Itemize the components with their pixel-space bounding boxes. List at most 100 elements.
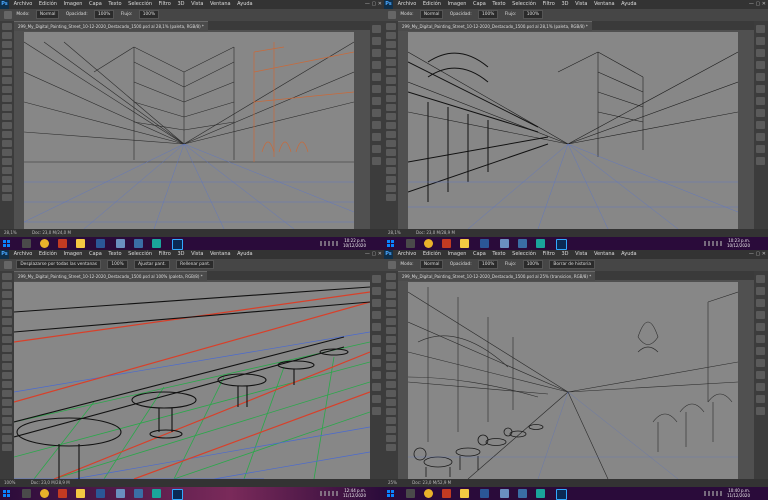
character-panel-icon[interactable] (756, 383, 765, 391)
stamp-tool-icon[interactable] (386, 345, 396, 352)
menu-ayuda[interactable]: Ayuda (621, 0, 636, 9)
eyedropper-tool-icon[interactable] (2, 318, 12, 325)
menu-archivo[interactable]: Archivo (398, 0, 417, 9)
swatches-panel-icon[interactable] (756, 323, 765, 331)
erase-history-checkbox[interactable]: Borrar de historia (549, 260, 596, 269)
file-explorer-icon[interactable] (460, 239, 469, 248)
pen-tool-icon[interactable] (2, 399, 12, 406)
info-panel-icon[interactable] (372, 395, 381, 403)
menu-texto[interactable]: Texto (108, 0, 121, 9)
marquee-tool-icon[interactable] (2, 282, 12, 289)
layers-panel-icon[interactable] (756, 275, 765, 283)
eraser-tool-icon[interactable] (386, 363, 396, 370)
path-select-tool-icon[interactable] (386, 417, 396, 424)
photoshop-taskbar-icon[interactable] (556, 489, 567, 500)
brush-tool-icon[interactable] (2, 336, 12, 343)
menu-imagen[interactable]: Imagen (448, 250, 467, 259)
menu-imagen[interactable]: Imagen (64, 250, 83, 259)
move-tool-icon[interactable] (2, 273, 12, 280)
menu-filtro[interactable]: Filtro (543, 250, 555, 259)
marquee-tool-icon[interactable] (386, 32, 396, 39)
zoom-readout[interactable]: 28,1% (388, 230, 401, 235)
crop-tool-icon[interactable] (2, 59, 12, 66)
history-panel-icon[interactable] (756, 37, 765, 45)
powerpoint-icon[interactable] (442, 489, 451, 498)
opacity-field[interactable]: 100% (478, 260, 499, 269)
move-tool-icon[interactable] (386, 273, 396, 280)
info-panel-icon[interactable] (756, 395, 765, 403)
app-icon[interactable] (536, 489, 545, 498)
layers-panel-icon[interactable] (372, 25, 381, 33)
quick-select-tool-icon[interactable] (386, 50, 396, 57)
scroll-all-windows-checkbox[interactable]: Desplazarse por todas las ventanas (16, 260, 102, 269)
menu-ayuda[interactable]: Ayuda (237, 0, 252, 9)
menu-capa[interactable]: Capa (89, 0, 102, 9)
task-view-icon[interactable] (22, 239, 31, 248)
gradient-tool-icon[interactable] (386, 372, 396, 379)
zoom-100-button[interactable]: 100% (107, 260, 128, 269)
info-panel-icon[interactable] (372, 145, 381, 153)
app-icon[interactable] (536, 239, 545, 248)
marquee-tool-icon[interactable] (386, 282, 396, 289)
menu-edicion[interactable]: Edición (423, 0, 441, 9)
crop-tool-icon[interactable] (386, 309, 396, 316)
windows-start-icon[interactable] (387, 490, 394, 497)
channels-panel-icon[interactable] (372, 359, 381, 367)
properties-panel-icon[interactable] (756, 347, 765, 355)
adjustments-panel-icon[interactable] (372, 85, 381, 93)
menu-ventana[interactable]: Ventana (594, 250, 615, 259)
color-panel-icon[interactable] (756, 311, 765, 319)
paths-panel-icon[interactable] (756, 121, 765, 129)
shape-tool-icon[interactable] (2, 176, 12, 183)
app-icon[interactable] (500, 239, 509, 248)
menu-imagen[interactable]: Imagen (64, 0, 83, 9)
chrome-icon[interactable] (424, 489, 433, 498)
swatches-panel-icon[interactable] (372, 73, 381, 81)
brush-tool-icon[interactable] (2, 86, 12, 93)
clock[interactable]: 10:23 p.m. 10/12/2020 (727, 238, 750, 248)
opacity-field[interactable]: 100% (478, 10, 499, 19)
zoom-readout[interactable]: 25% (388, 480, 397, 485)
pen-tool-icon[interactable] (2, 149, 12, 156)
menu-ayuda[interactable]: Ayuda (237, 250, 252, 259)
layers-panel-icon[interactable] (756, 25, 765, 33)
menu-edicion[interactable]: Edición (423, 250, 441, 259)
document-canvas[interactable] (408, 32, 738, 229)
flow-field[interactable]: 100% (522, 10, 544, 19)
quick-select-tool-icon[interactable] (2, 50, 12, 57)
eraser-tool-icon[interactable] (2, 113, 12, 120)
gradient-tool-icon[interactable] (2, 122, 12, 129)
document-tab[interactable]: 299_My_Digital_Painting_Street_10-12-202… (398, 21, 592, 31)
document-canvas[interactable] (408, 282, 738, 479)
hand-tool-icon[interactable] (2, 185, 12, 192)
type-tool-icon[interactable] (2, 408, 12, 415)
chrome-icon[interactable] (40, 239, 49, 248)
zoom-readout[interactable]: 28,1% (4, 230, 17, 235)
gradient-tool-icon[interactable] (386, 122, 396, 129)
mode-select[interactable]: Normal (35, 10, 60, 19)
eyedropper-tool-icon[interactable] (2, 68, 12, 75)
history-panel-icon[interactable] (372, 37, 381, 45)
brushes-panel-icon[interactable] (372, 49, 381, 57)
brush-tool-icon[interactable] (388, 11, 396, 19)
history-panel-icon[interactable] (372, 287, 381, 295)
lasso-tool-icon[interactable] (386, 41, 396, 48)
hand-tool-icon[interactable] (2, 435, 12, 442)
lasso-tool-icon[interactable] (2, 41, 12, 48)
swatches-panel-icon[interactable] (372, 323, 381, 331)
app-icon[interactable] (518, 239, 527, 248)
info-panel-icon[interactable] (756, 145, 765, 153)
navigator-panel-icon[interactable] (756, 407, 765, 415)
gradient-tool-icon[interactable] (2, 372, 12, 379)
app-icon[interactable] (134, 239, 143, 248)
menu-vista[interactable]: Vista (575, 250, 587, 259)
paths-panel-icon[interactable] (372, 121, 381, 129)
pen-tool-icon[interactable] (386, 149, 396, 156)
type-tool-icon[interactable] (386, 408, 396, 415)
quick-select-tool-icon[interactable] (386, 300, 396, 307)
menu-texto[interactable]: Texto (492, 0, 505, 9)
properties-panel-icon[interactable] (372, 347, 381, 355)
app-icon[interactable] (116, 489, 125, 498)
photoshop-taskbar-icon[interactable] (172, 489, 183, 500)
layers-panel-icon[interactable] (372, 275, 381, 283)
